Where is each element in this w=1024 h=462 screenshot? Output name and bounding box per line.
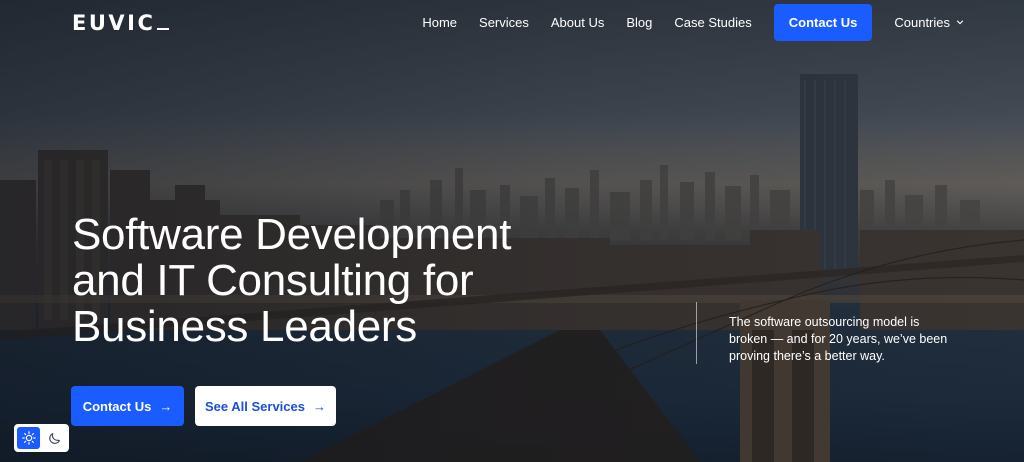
site-header: EUVIC Home Services About Us Blog Case S… [0, 0, 1024, 44]
nav-link-services[interactable]: Services [479, 15, 529, 30]
contact-us-button[interactable]: Contact Us → [71, 386, 184, 426]
contact-us-button-label: Contact Us [82, 398, 152, 414]
nav-link-case-studies[interactable]: Case Studies [674, 15, 751, 30]
see-all-services-button-label: See All Services [205, 398, 305, 414]
hero-description: The software outsourcing model is broken… [729, 315, 948, 363]
dark-theme-option[interactable] [43, 427, 66, 449]
vertical-divider [696, 302, 697, 364]
light-theme-option[interactable] [17, 427, 40, 449]
theme-toggle [14, 424, 69, 452]
nav-contact-us-button[interactable]: Contact Us [773, 3, 873, 41]
arrow-right-icon: → [159, 398, 173, 414]
nav-link-about-us[interactable]: About Us [551, 15, 604, 30]
nav-link-blog[interactable]: Blog [626, 15, 652, 30]
countries-dropdown[interactable]: Countries [894, 15, 964, 30]
sun-icon [21, 431, 36, 445]
hero-title-line: and IT Consulting for [72, 256, 474, 305]
brand-logo[interactable]: EUVIC [72, 11, 170, 35]
hero-title-line: Software Development [72, 210, 512, 259]
logo-underscore-mark [157, 28, 170, 30]
see-all-services-button[interactable]: See All Services → [195, 386, 336, 426]
hero-title: Software Development and IT Consulting f… [72, 212, 592, 350]
arrow-right-icon: → [312, 398, 326, 414]
countries-label: Countries [894, 14, 950, 30]
main-nav: Home Services About Us Blog Case Studies… [422, 0, 964, 44]
moon-icon [48, 433, 60, 444]
logo-text: EUVIC [72, 11, 156, 35]
hero-title-line: Business Leaders [72, 302, 417, 351]
nav-link-home[interactable]: Home [422, 15, 457, 30]
chevron-down-icon [956, 20, 964, 25]
